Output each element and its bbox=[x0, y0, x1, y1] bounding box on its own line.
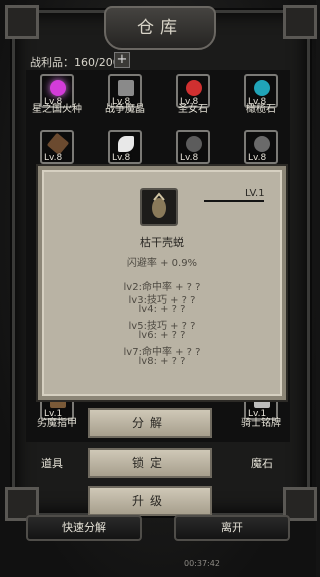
lock-button[interactable]: 锁定 bbox=[88, 448, 212, 478]
bonus-line: lv6: + ? ? bbox=[138, 330, 186, 341]
bonus-line: lv8: + ? ? bbox=[138, 356, 186, 367]
item-detail-popup: LV.1 枯干壳蜕 闪避率 + 0.9% lv2:命中率 + ? ? lv3:技… bbox=[38, 166, 286, 400]
gem-icon bbox=[50, 80, 66, 96]
quick-decompose-button[interactable]: 快速分解 bbox=[26, 515, 142, 541]
item-level: Lv.8 bbox=[112, 153, 131, 163]
claw-icon bbox=[46, 132, 70, 156]
mask-icon bbox=[186, 136, 202, 152]
level-bar bbox=[204, 200, 264, 202]
olivine-icon bbox=[254, 80, 270, 96]
capacity-label: 战利品：160/200 bbox=[30, 56, 120, 69]
upgrade-button[interactable]: 升级 bbox=[88, 486, 212, 516]
props-tab[interactable]: 道具 bbox=[26, 450, 78, 478]
item-name: 星之国火种 bbox=[32, 104, 82, 115]
item-slot[interactable]: Lv.8 bbox=[244, 130, 278, 164]
item-level: Lv.8 bbox=[44, 153, 63, 163]
item-level-tag: LV.1 bbox=[245, 188, 265, 199]
stone-icon bbox=[186, 80, 202, 96]
mask-icon bbox=[254, 136, 270, 152]
feather-icon bbox=[118, 136, 134, 152]
item-name: 劣魔指甲 bbox=[37, 418, 77, 429]
item-name: 橄榄石 bbox=[246, 104, 276, 115]
husk-icon bbox=[152, 192, 166, 218]
item-name: 战争魔晶 bbox=[105, 104, 145, 115]
frame-corner-top-right bbox=[283, 5, 317, 39]
item-level: Lv.8 bbox=[180, 153, 199, 163]
item-slot[interactable]: Lv.8 bbox=[176, 130, 210, 164]
item-name: 圣女石 bbox=[178, 104, 208, 115]
game-timer: 00:37:42 bbox=[184, 559, 220, 568]
item-name: 骑士铭牌 bbox=[241, 418, 281, 429]
window-title: 仓库 bbox=[104, 6, 216, 50]
add-capacity-button[interactable]: + bbox=[114, 52, 130, 68]
item-detail-icon bbox=[140, 188, 178, 226]
item-slot[interactable]: Lv.8 bbox=[108, 130, 142, 164]
leave-button[interactable]: 离开 bbox=[174, 515, 290, 541]
crystal-icon bbox=[118, 80, 134, 96]
bonus-line: lv4: + ? ? bbox=[138, 304, 186, 315]
magic-stone-tab[interactable]: 魔石 bbox=[236, 450, 288, 478]
main-stat: 闪避率 + 0.9% bbox=[126, 258, 198, 269]
item-detail-name: 枯干壳蜕 bbox=[140, 236, 184, 249]
frame-corner-top-left bbox=[5, 5, 39, 39]
item-level: Lv.8 bbox=[248, 153, 267, 163]
decompose-button[interactable]: 分解 bbox=[88, 408, 212, 438]
item-slot[interactable]: Lv.8 bbox=[40, 130, 74, 164]
